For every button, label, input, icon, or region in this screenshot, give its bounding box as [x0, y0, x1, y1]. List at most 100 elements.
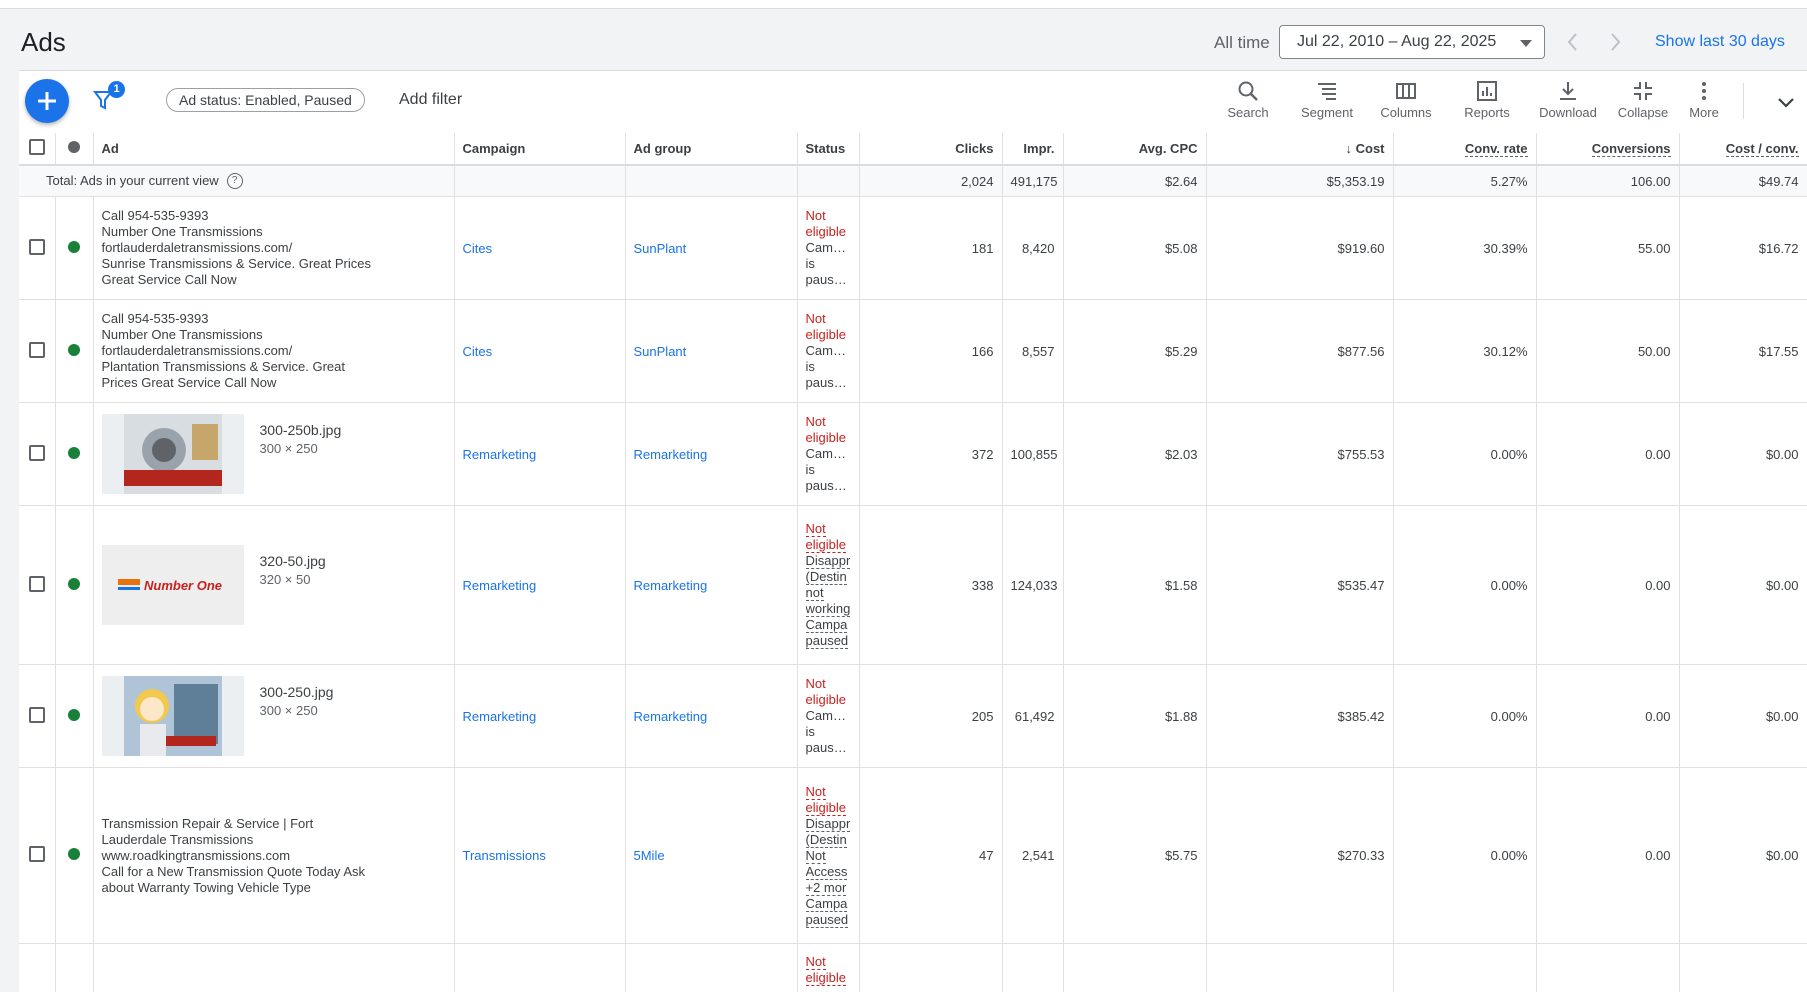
total-cost-conv: $49.74	[1679, 165, 1807, 197]
sort-arrow-down-icon: ↓	[1345, 141, 1352, 156]
row-checkbox[interactable]	[29, 445, 45, 461]
cost-cell	[1206, 944, 1393, 992]
ad-cell[interactable]: Transmission Repair & Service | Fort Lau…	[93, 768, 454, 944]
clicks-cell: 47	[859, 768, 1002, 944]
campaign-link[interactable]: Remarketing	[463, 578, 537, 593]
status-detail: paus…	[806, 272, 851, 288]
status-cell[interactable]: Not eligible	[797, 944, 859, 992]
ad-image-thumbnail[interactable]	[102, 676, 244, 756]
campaign-link[interactable]: Cites	[463, 344, 493, 359]
row-status-cell	[55, 300, 93, 403]
enabled-dot-icon[interactable]	[68, 848, 80, 860]
row-checkbox[interactable]	[29, 239, 45, 255]
segment-tool-label: Segment	[1291, 105, 1363, 120]
status-cell[interactable]: Not eligible Disappr (Destin not working…	[797, 506, 859, 665]
show-last-30-days-link[interactable]: Show last 30 days	[1655, 33, 1785, 51]
campaign-link[interactable]: Cites	[463, 241, 493, 256]
ad-cell[interactable]: Number One 320-50.jpg 320 × 50	[93, 506, 454, 665]
col-ad-group[interactable]: Ad group	[625, 133, 797, 165]
add-filter-button[interactable]: Add filter	[399, 91, 462, 109]
row-checkbox[interactable]	[29, 342, 45, 358]
ad-cell[interactable]	[93, 944, 454, 992]
ad-cell[interactable]: 300-250.jpg 300 × 250	[93, 665, 454, 768]
status-cell[interactable]: Not eligible Cam… is paus…	[797, 300, 859, 403]
segment-tool-button[interactable]: Segment	[1291, 77, 1363, 127]
columns-tool-button[interactable]: Columns	[1370, 77, 1442, 127]
ad-headline[interactable]: Lauderdale Transmissions	[102, 832, 446, 848]
status-detail: is	[806, 724, 851, 740]
status-cell[interactable]: Not eligible Cam… is paus…	[797, 403, 859, 506]
status-not-eligible: Not eligible	[806, 414, 851, 446]
col-campaign[interactable]: Campaign	[454, 133, 625, 165]
ad-group-link[interactable]: SunPlant	[634, 241, 687, 256]
ad-headline[interactable]: Transmission Repair & Service | Fort	[102, 816, 446, 832]
enabled-dot-icon[interactable]	[68, 578, 80, 590]
campaign-link[interactable]: Transmissions	[463, 848, 546, 863]
status-cell[interactable]: Not eligible Cam… is paus…	[797, 197, 859, 300]
ad-group-link[interactable]: Remarketing	[634, 447, 708, 462]
top-bar	[0, 0, 1807, 9]
col-conv-rate[interactable]: Conv. rate	[1393, 133, 1536, 165]
ad-group-cell: SunPlant	[625, 300, 797, 403]
col-cost[interactable]: ↓ Cost	[1206, 133, 1393, 165]
ad-group-link[interactable]: SunPlant	[634, 344, 687, 359]
row-checkbox-cell	[19, 506, 55, 665]
avg-cpc-cell	[1063, 944, 1206, 992]
filter-count-badge: 1	[108, 81, 125, 98]
clicks-cell: 338	[859, 506, 1002, 665]
filter-button[interactable]: 1	[91, 83, 125, 117]
ad-cell[interactable]: 300-250b.jpg 300 × 250	[93, 403, 454, 506]
segment-icon	[1315, 79, 1339, 103]
enabled-dot-icon[interactable]	[68, 709, 80, 721]
col-ad[interactable]: Ad	[93, 133, 454, 165]
row-checkbox[interactable]	[29, 846, 45, 862]
chevron-left-icon[interactable]	[1561, 29, 1585, 55]
enabled-dot-icon[interactable]	[68, 447, 80, 459]
col-status[interactable]: Status	[797, 133, 859, 165]
row-checkbox[interactable]	[29, 707, 45, 723]
more-tool-button[interactable]: More	[1668, 77, 1740, 127]
col-clicks[interactable]: Clicks	[859, 133, 1002, 165]
status-cell[interactable]: Not eligible Disappr (Destin Not Access …	[797, 768, 859, 944]
row-checkbox[interactable]	[29, 576, 45, 592]
col-avg-cpc[interactable]: Avg. CPC	[1063, 133, 1206, 165]
download-tool-button[interactable]: Download	[1532, 77, 1604, 127]
conversions-cell: 0.00	[1536, 665, 1679, 768]
ad-image-thumbnail[interactable]	[102, 414, 244, 494]
enabled-dot-icon[interactable]	[68, 241, 80, 253]
ad-cell[interactable]: Call 954-535-9393 Number One Transmissio…	[93, 300, 454, 403]
chevron-right-icon[interactable]	[1603, 29, 1627, 55]
impr-cell: 8,420	[1002, 197, 1063, 300]
dropdown-caret-icon	[1520, 40, 1532, 47]
ad-status-filter-chip[interactable]: Ad status: Enabled, Paused	[166, 88, 365, 112]
select-all-checkbox[interactable]	[29, 139, 45, 155]
enabled-dot-icon[interactable]	[68, 344, 80, 356]
row-status-cell	[55, 506, 93, 665]
ad-cell[interactable]: Call 954-535-9393 Number One Transmissio…	[93, 197, 454, 300]
col-conversions[interactable]: Conversions	[1536, 133, 1679, 165]
reports-tool-button[interactable]: Reports	[1451, 77, 1523, 127]
add-ad-button[interactable]	[25, 79, 69, 123]
banner-ad-preview: Number One	[102, 545, 244, 625]
campaign-link[interactable]: Remarketing	[463, 447, 537, 462]
ad-group-link[interactable]: Remarketing	[634, 578, 708, 593]
campaign-link[interactable]: Remarketing	[463, 709, 537, 724]
help-icon[interactable]: ?	[227, 173, 243, 189]
avg-cpc-cell: $5.29	[1063, 300, 1206, 403]
col-cost-conv[interactable]: Cost / conv.	[1679, 133, 1807, 165]
date-range-picker[interactable]: Jul 22, 2010 – Aug 22, 2025	[1279, 25, 1545, 59]
status-cell[interactable]: Not eligible Cam… is paus…	[797, 665, 859, 768]
ad-group-link[interactable]: Remarketing	[634, 709, 708, 724]
expand-toolbar-button[interactable]	[1771, 87, 1801, 117]
ad-group-link[interactable]: 5Mile	[634, 848, 665, 863]
ad-headline[interactable]: Call 954-535-9393	[102, 311, 446, 327]
search-tool-button[interactable]: Search	[1212, 77, 1284, 127]
image-ad: 300-250b.jpg 300 × 250	[102, 414, 446, 494]
ad-headline[interactable]: Call 954-535-9393	[102, 208, 446, 224]
row-status-cell	[55, 197, 93, 300]
clicks-cell: 205	[859, 665, 1002, 768]
ad-image-thumbnail[interactable]: Number One	[102, 545, 244, 625]
status-not-eligible: Not eligible	[806, 521, 851, 553]
col-impr[interactable]: Impr.	[1002, 133, 1063, 165]
conv-rate-cell: 0.00%	[1393, 403, 1536, 506]
